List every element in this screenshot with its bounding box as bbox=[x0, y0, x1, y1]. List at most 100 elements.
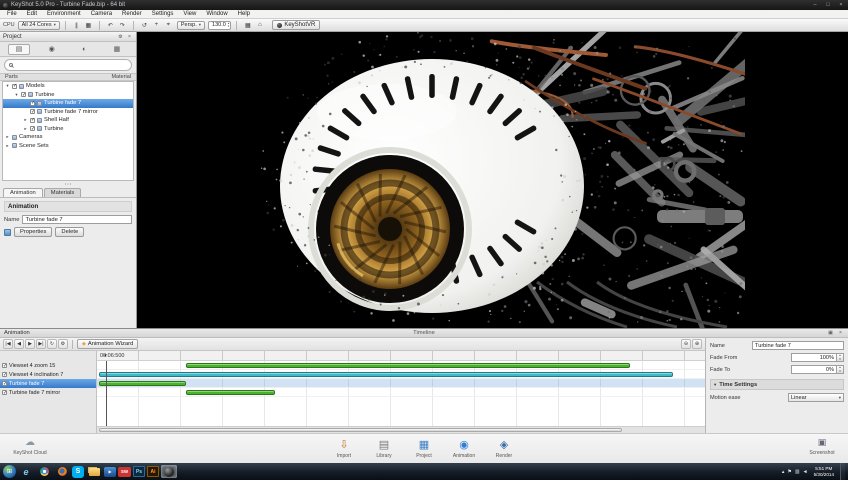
motion-ease-select[interactable]: Linear ▾ bbox=[788, 393, 844, 402]
tray-expand-icon[interactable]: ▴ bbox=[782, 469, 785, 475]
keyshot-cloud-button[interactable]: ☁ KeyShot Cloud bbox=[8, 436, 52, 456]
checkbox-icon[interactable] bbox=[2, 363, 7, 369]
tab-animation[interactable]: Animation bbox=[3, 188, 43, 197]
loop-icon[interactable]: ↻ bbox=[47, 339, 57, 349]
focal-length-input[interactable]: 130.0 ▴ ▾ bbox=[208, 20, 232, 30]
fade-from-stepper[interactable]: ▴ ▾ bbox=[837, 353, 844, 362]
expander-icon[interactable] bbox=[23, 101, 28, 106]
checkbox-icon[interactable] bbox=[12, 83, 17, 89]
animation-clip[interactable] bbox=[99, 371, 673, 377]
prop-name-field[interactable]: Turbine fade 7 bbox=[752, 341, 844, 350]
menu-camera[interactable]: Camera bbox=[86, 10, 117, 19]
expander-icon[interactable]: ▸ bbox=[23, 126, 28, 132]
stepper-icons[interactable]: ▴ ▾ bbox=[228, 22, 230, 28]
tab-materials[interactable]: Materials bbox=[43, 188, 82, 197]
expander-icon[interactable] bbox=[23, 109, 28, 114]
grid-icon[interactable]: ▦ bbox=[242, 20, 253, 30]
tray-network-icon[interactable]: ▥ bbox=[795, 469, 800, 475]
animation-clip[interactable] bbox=[185, 389, 275, 395]
checkbox-icon[interactable] bbox=[2, 390, 7, 396]
undo-icon[interactable]: ↶ bbox=[105, 20, 116, 30]
fade-to-field[interactable]: 0% bbox=[791, 365, 837, 374]
redo-icon[interactable]: ↷ bbox=[117, 20, 128, 30]
menu-render[interactable]: Render bbox=[117, 10, 147, 19]
taskbar-illustrator-icon[interactable]: Ai bbox=[147, 466, 159, 477]
checkbox-icon[interactable] bbox=[21, 92, 26, 98]
titlebar[interactable]: KeyShot 5.0 Pro - Turbine Fade.bip - 64 … bbox=[0, 0, 848, 10]
timeline-ruler[interactable]: 00:06:500 ▾ bbox=[97, 351, 705, 361]
material-tab-icon[interactable]: ◉ bbox=[41, 44, 63, 55]
track-name[interactable]: Turbine fade 7 mirror bbox=[0, 388, 96, 397]
search-box[interactable] bbox=[4, 59, 132, 71]
start-button[interactable]: ⊞ bbox=[3, 465, 16, 478]
project-panel-header[interactable]: Project ⚙ × bbox=[0, 32, 136, 42]
fade-from-field[interactable]: 100% bbox=[791, 353, 837, 362]
dock-render-button[interactable]: ◈ Render bbox=[489, 438, 519, 459]
dock-animation-button[interactable]: ◉ Animation bbox=[449, 438, 479, 459]
step-back-icon[interactable]: ◀ bbox=[14, 339, 24, 349]
taskbar-photoshop-icon[interactable]: Ps bbox=[133, 466, 145, 477]
expander-icon[interactable]: ▸ bbox=[5, 143, 10, 149]
track-lane[interactable] bbox=[97, 388, 705, 397]
animation-clip[interactable] bbox=[185, 362, 630, 368]
go-to-start-icon[interactable]: |◀ bbox=[3, 339, 13, 349]
home-view-icon[interactable]: ⌂ bbox=[254, 20, 265, 30]
checkbox-icon[interactable] bbox=[2, 372, 7, 378]
tree-item[interactable]: ▸ Shell Half bbox=[3, 116, 133, 125]
menu-view[interactable]: View bbox=[178, 10, 201, 19]
close-timeline-icon[interactable]: × bbox=[837, 330, 844, 336]
tree-item[interactable]: ▸ Scene Sets bbox=[3, 142, 133, 151]
tumble-icon[interactable]: ↺ bbox=[139, 20, 150, 30]
undock-icon[interactable]: ▣ bbox=[827, 330, 834, 336]
dock-import-button[interactable]: ⇩ Import bbox=[329, 438, 359, 459]
minimize-button[interactable]: – bbox=[811, 2, 819, 8]
play-icon[interactable]: ▶ bbox=[25, 339, 35, 349]
menu-window[interactable]: Window bbox=[201, 10, 232, 19]
menu-environment[interactable]: Environment bbox=[42, 10, 86, 19]
menu-edit[interactable]: Edit bbox=[22, 10, 42, 19]
checkbox-icon[interactable] bbox=[30, 126, 35, 132]
taskbar-explorer-folder-icon[interactable] bbox=[86, 465, 102, 478]
timeline-titlebar[interactable]: Timeline Animation ▣ × bbox=[0, 329, 848, 338]
screenshot-button[interactable]: ▣ Screenshot bbox=[800, 436, 844, 456]
fade-to-stepper[interactable]: ▴ ▾ bbox=[837, 365, 844, 374]
timeline-scrollbar[interactable] bbox=[97, 426, 705, 433]
expander-icon[interactable]: ▾ bbox=[14, 92, 19, 98]
track-lane[interactable] bbox=[97, 379, 705, 388]
menu-help[interactable]: Help bbox=[233, 10, 255, 19]
playhead-marker[interactable]: ▾ bbox=[104, 353, 107, 359]
taskbar-keyshot-icon[interactable] bbox=[161, 465, 177, 478]
dock-library-button[interactable]: ▤ Library bbox=[369, 438, 399, 459]
render-viewport[interactable] bbox=[137, 32, 848, 328]
delete-button[interactable]: Delete bbox=[55, 227, 85, 237]
cores-select[interactable]: All 24 Cores ▾ bbox=[17, 20, 60, 30]
dock-project-button[interactable]: ▦ Project bbox=[409, 438, 439, 459]
track-lane[interactable] bbox=[97, 370, 705, 379]
keyshotvr-button[interactable]: KeyShotVR bbox=[272, 20, 321, 30]
track-name[interactable]: Turbine fade 7 bbox=[0, 379, 96, 388]
playhead-line[interactable] bbox=[106, 361, 108, 426]
track-lane[interactable] bbox=[97, 361, 705, 370]
zoom-in-icon[interactable]: ⊕ bbox=[692, 339, 702, 349]
animation-wizard-button[interactable]: ◆ Animation Wizard bbox=[77, 339, 139, 349]
tree-item[interactable]: ▾ Models bbox=[3, 82, 133, 91]
menu-file[interactable]: File bbox=[2, 10, 22, 19]
dolly-icon[interactable]: ⌖ bbox=[163, 20, 174, 30]
pan-icon[interactable]: + bbox=[151, 20, 162, 30]
tree-item[interactable]: ▸ Turbine bbox=[3, 125, 133, 134]
taskbar-internet-explorer-icon[interactable]: e bbox=[18, 465, 34, 478]
checkbox-icon[interactable] bbox=[30, 109, 35, 115]
tree-item[interactable]: ▸ Cameras bbox=[3, 133, 133, 142]
time-settings-header[interactable]: ▾ Time Settings bbox=[710, 379, 844, 390]
expander-icon[interactable]: ▾ bbox=[5, 83, 10, 89]
environment-tab-icon[interactable]: ◐ bbox=[73, 44, 95, 55]
tree-item[interactable]: ▾ Turbine bbox=[3, 91, 133, 100]
taskbar-chrome-icon[interactable] bbox=[36, 465, 52, 478]
panel-close-icon[interactable]: × bbox=[126, 34, 133, 40]
settings-tab-icon[interactable]: ▦ bbox=[106, 44, 128, 55]
animation-name-field[interactable]: Turbine fade 7 bbox=[22, 215, 132, 224]
timeline-settings-icon[interactable]: ⚙ bbox=[58, 339, 68, 349]
track-name[interactable]: Viewset 4 inclination 7 bbox=[0, 370, 96, 379]
checkbox-icon[interactable] bbox=[30, 117, 35, 123]
taskbar-media-player-icon[interactable]: ▶ bbox=[104, 466, 116, 477]
